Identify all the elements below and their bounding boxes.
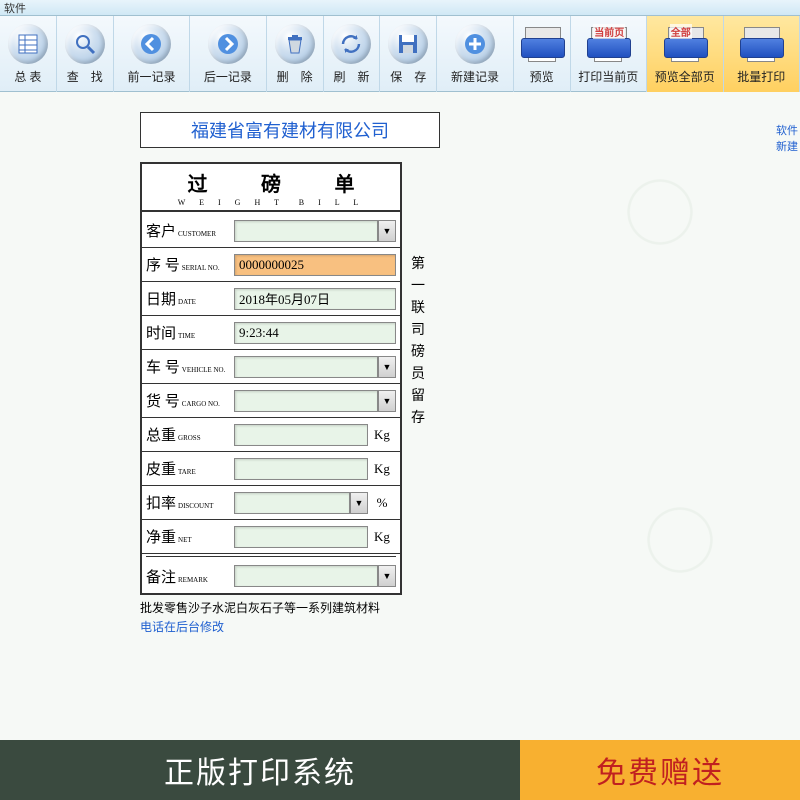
net-input[interactable]	[234, 526, 368, 548]
remark-select[interactable]: ▼	[234, 565, 396, 587]
toolbar-label: 后一记录	[204, 68, 252, 85]
field-label: 皮重TARE	[146, 458, 234, 479]
toolbar-label: 批量打印	[737, 68, 785, 85]
field-label: 备注REMARK	[146, 566, 234, 587]
toolbar-label: 保 存	[390, 68, 426, 85]
toolbar-save-button[interactable]: 保 存	[380, 16, 437, 92]
form-row-discount: 扣率DISCOUNT ▼%	[142, 486, 400, 520]
discount-select[interactable]: ▼	[234, 492, 368, 514]
printer-icon	[517, 24, 567, 64]
list-icon	[8, 24, 48, 64]
toolbar-prev-button[interactable]: 前一记录	[114, 16, 190, 92]
tare-input[interactable]	[234, 458, 368, 480]
customer-select[interactable]: ▼	[234, 220, 396, 242]
sidelink-2[interactable]: 新建	[776, 138, 798, 154]
unit-label: Kg	[368, 427, 396, 443]
sidelink-1[interactable]: 软件	[776, 122, 798, 138]
toolbar-list-button[interactable]: 总 表	[0, 16, 57, 92]
toolbar-label: 删 除	[277, 68, 313, 85]
unit-label: Kg	[368, 461, 396, 477]
chevron-down-icon: ▼	[378, 220, 396, 242]
form-row-cargono: 货 号CARGO NO. ▼	[142, 384, 400, 418]
company-name: 福建省富有建材有限公司	[140, 112, 440, 148]
serialno-input[interactable]: 0000000025	[234, 254, 396, 276]
chevron-down-icon: ▼	[378, 390, 396, 412]
field-label: 货 号CARGO NO.	[146, 390, 234, 411]
trash-icon	[275, 24, 315, 64]
cargono-select[interactable]: ▼	[234, 390, 396, 412]
toolbar-refresh-button[interactable]: 刷 新	[324, 16, 381, 92]
workspace: 软件 新建 福建省富有建材有限公司 过 磅 单 W E I G H T B I …	[0, 92, 800, 740]
form-row-vehicleno: 车 号VEHICLE NO. ▼	[142, 350, 400, 384]
field-label: 客户CUSTOMER	[146, 220, 234, 241]
toolbar-label: 预览	[530, 68, 554, 85]
new-icon	[455, 24, 495, 64]
chevron-down-icon: ▼	[350, 492, 368, 514]
field-label: 时间TIME	[146, 322, 234, 343]
field-label: 净重NET	[146, 526, 234, 547]
toolbar-batchprint-button[interactable]: 批量打印	[724, 16, 800, 92]
copy-label: 第一联 司磅员留存	[410, 254, 426, 430]
toolbar-search-button[interactable]: 查 找	[57, 16, 114, 92]
form-title-en: W E I G H T B I L L	[142, 197, 400, 212]
toolbar-label: 前一记录	[127, 68, 175, 85]
gross-input[interactable]	[234, 424, 368, 446]
field-label: 扣率DISCOUNT	[146, 492, 234, 513]
field-label: 车 号VEHICLE NO.	[146, 356, 234, 377]
time-input[interactable]: 9:23:44	[234, 322, 396, 344]
toolbar-next-button[interactable]: 后一记录	[190, 16, 266, 92]
toolbar-label: 查 找	[67, 68, 103, 85]
form-title-cn: 过 磅 单	[142, 168, 400, 197]
chevron-down-icon: ▼	[378, 356, 396, 378]
printer-icon: 当前页	[583, 24, 633, 64]
toolbar-preview-button[interactable]: 预览	[514, 16, 571, 92]
field-label: 日期DATE	[146, 288, 234, 309]
date-input[interactable]: 2018年05月07日	[234, 288, 396, 310]
printer-icon	[736, 24, 786, 64]
prev-icon	[131, 24, 171, 64]
toolbar-new-button[interactable]: 新建记录	[437, 16, 513, 92]
form-row-serialno: 序 号SERIAL NO.0000000025	[142, 248, 400, 282]
toolbar-previewall-button[interactable]: 全部预览全部页	[647, 16, 723, 92]
toolbar-label: 新建记录	[451, 68, 499, 85]
unit-label: Kg	[368, 529, 396, 545]
toolbar-trash-button[interactable]: 删 除	[267, 16, 324, 92]
toolbar-label: 刷 新	[333, 68, 369, 85]
form-row-gross: 总重GROSS Kg	[142, 418, 400, 452]
next-icon	[208, 24, 248, 64]
form-row-date: 日期DATE2018年05月07日	[142, 282, 400, 316]
window-titlebar: 软件	[0, 0, 800, 16]
main-toolbar: 总 表查 找前一记录后一记录删 除刷 新保 存新建记录预览当前页打印当前页全部预…	[0, 16, 800, 92]
form-row-customer: 客户CUSTOMER ▼	[142, 214, 400, 248]
form-row-net: 净重NET Kg	[142, 520, 400, 554]
search-icon	[65, 24, 105, 64]
toolbar-label: 打印当前页	[578, 68, 638, 85]
chevron-down-icon: ▼	[378, 565, 396, 587]
promo-banner: 正版打印系统 免费赠送	[0, 740, 800, 800]
banner-right: 免费赠送	[520, 740, 800, 800]
banner-left: 正版打印系统	[0, 740, 520, 800]
toolbar-label: 总 表	[14, 68, 41, 85]
toolbar-print-button[interactable]: 当前页打印当前页	[571, 16, 647, 92]
toolbar-label: 预览全部页	[655, 68, 715, 85]
vehicleno-select[interactable]: ▼	[234, 356, 396, 378]
refresh-icon	[331, 24, 371, 64]
side-links: 软件 新建	[776, 122, 798, 154]
footer-note-2[interactable]: 电话在后台修改	[140, 618, 440, 635]
field-label: 总重GROSS	[146, 424, 234, 445]
field-label: 序 号SERIAL NO.	[146, 254, 234, 275]
save-icon	[388, 24, 428, 64]
unit-label: %	[368, 495, 396, 511]
form-row-tare: 皮重TARE Kg	[142, 452, 400, 486]
weight-bill-form: 过 磅 单 W E I G H T B I L L 客户CUSTOMER ▼ 序 号…	[140, 162, 402, 595]
form-row-time: 时间TIME9:23:44	[142, 316, 400, 350]
footer-note-1: 批发零售沙子水泥白灰石子等一系列建筑材料	[140, 599, 440, 616]
form-row-remark: 备注REMARK ▼	[142, 559, 400, 593]
printer-icon: 全部	[660, 24, 710, 64]
